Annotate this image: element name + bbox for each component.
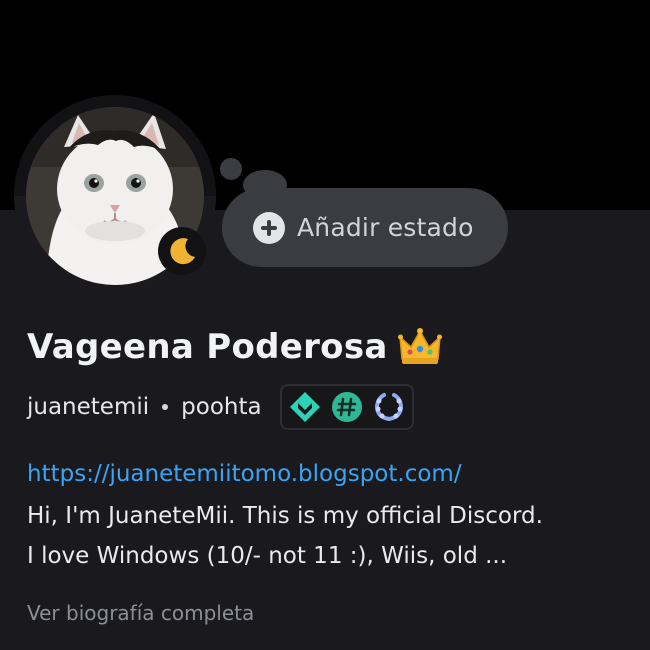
- display-name-row: Vageena Poderosa: [27, 327, 442, 367]
- hashtag-badge[interactable]: [330, 390, 364, 424]
- separator-dot: [162, 404, 169, 410]
- username[interactable]: juanetemii: [27, 394, 149, 420]
- display-name: Vageena Poderosa: [27, 327, 388, 367]
- hypesquad-balance-badge[interactable]: [288, 390, 322, 424]
- username-row: juanetemii poohta: [27, 384, 414, 430]
- pronouns: poohta: [181, 394, 262, 420]
- badge-list: [279, 384, 414, 430]
- idle-status-indicator: [158, 227, 206, 275]
- bio-text-line-2: I love Windows (10/- not 11 :), Wiis, ol…: [27, 543, 508, 569]
- laurel-wreath-badge[interactable]: [372, 390, 406, 424]
- view-full-bio-link[interactable]: Ver biografía completa: [27, 601, 254, 625]
- thought-bubble-dot: [216, 154, 246, 184]
- plus-circle-icon: [253, 211, 285, 244]
- moon-icon: [170, 238, 195, 265]
- bio-link[interactable]: https://juanetemiitomo.blogspot.com/: [27, 461, 462, 487]
- add-status-label: Añadir estado: [297, 213, 474, 242]
- crown-icon: [397, 328, 442, 364]
- bio-text-line-1: Hi, I'm JuaneteMii. This is my official …: [27, 503, 543, 529]
- add-status-button[interactable]: Añadir estado: [222, 188, 508, 267]
- avatar-container[interactable]: [14, 95, 216, 297]
